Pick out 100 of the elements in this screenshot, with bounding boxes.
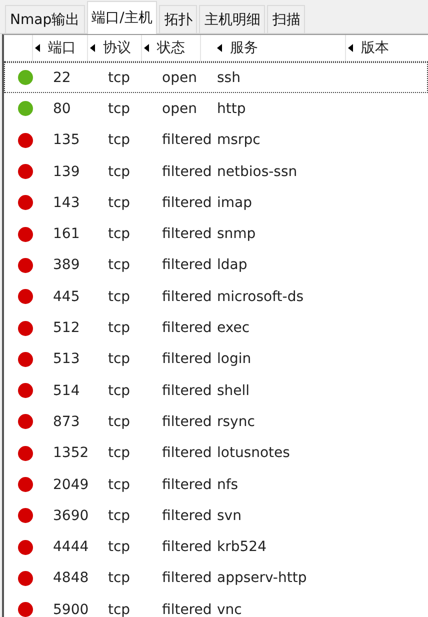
table-cell: ssh [217,70,240,86]
table-cell: filtered [162,508,212,524]
table-row[interactable]: 514 tcp filtered shell [4,374,428,406]
table-row[interactable]: 80 tcp open http [4,93,428,125]
table-cell: 5900 [53,602,89,617]
table-cell: tcp [108,445,130,462]
table-row[interactable]: 135 tcp filtered msrpc [4,124,428,156]
table-cell: vnc [217,602,242,617]
table-cell: 445 [53,288,80,305]
column-header[interactable]: 协议 [103,39,131,57]
table-cell: 4444 [53,539,89,556]
table-cell: filtered [162,194,212,211]
table-cell: open [162,70,197,86]
table-cell: filtered [162,164,212,180]
table-cell: filtered [162,476,212,492]
tab[interactable]: 拓扑 [159,5,198,33]
table-cell: exec [217,320,250,336]
table-cell: tcp [108,194,130,211]
table-cell: tcp [108,132,130,148]
tab[interactable]: Nmap输出 [5,5,85,33]
table-cell: filtered [162,414,212,430]
table-cell: tcp [108,257,130,274]
sort-arrow-icon[interactable] [35,44,40,52]
table-cell: svn [217,508,242,524]
table-cell: 4848 [53,570,89,586]
column-header[interactable]: 服务 [230,39,258,57]
table-cell: tcp [108,351,130,368]
table-cell: 3690 [53,508,89,524]
table-cell: shell [217,382,250,399]
table-cell: filtered [162,602,212,617]
table-cell: imap [217,194,252,211]
table-row[interactable]: 4848 tcp filtered appserv-http [4,562,428,594]
table-cell: netbios-ssn [217,164,298,180]
table-cell: filtered [162,351,212,368]
table-cell: krb524 [217,539,266,556]
table-cell: filtered [162,257,212,274]
table-cell: filtered [162,445,212,462]
table-cell: tcp [108,320,130,336]
table-cell: 1352 [53,445,89,462]
table-cell: tcp [108,382,130,399]
table-row[interactable]: 5900 tcp filtered vnc [4,594,428,617]
table-cell: tcp [108,476,130,492]
table-cell: filtered [162,382,212,399]
table-cell: http [217,100,246,117]
column-header[interactable]: 状态 [157,39,185,57]
table-cell: tcp [108,602,130,617]
table-cell: tcp [108,508,130,524]
table-row[interactable]: 3690 tcp filtered svn [4,500,428,532]
table-cell: filtered [162,132,212,148]
tab[interactable]: 主机明细 [199,5,266,33]
table-row[interactable]: 873 tcp filtered rsync [4,406,428,438]
table-cell: 514 [53,382,80,399]
table-row[interactable]: 512 tcp filtered exec [4,312,428,344]
table-cell: tcp [108,288,130,305]
column-header[interactable]: 版本 [361,39,389,57]
sort-arrow-icon[interactable] [90,44,95,52]
table-row[interactable]: 1352 tcp filtered lotusnotes [4,438,428,469]
table-cell: 139 [53,164,80,180]
table-row[interactable]: 2049 tcp filtered nfs [4,468,428,500]
table-cell: tcp [108,570,130,586]
table-cell: snmp [217,226,256,242]
table-cell: 873 [53,414,80,430]
table-cell: tcp [108,164,130,180]
table-cell: filtered [162,320,212,336]
table-cell: filtered [162,288,212,305]
table-row[interactable]: 143 tcp filtered imap [4,187,428,218]
tab[interactable]: 端口/主机 [86,1,158,34]
sort-arrow-icon[interactable] [144,44,149,52]
table-row[interactable]: 4444 tcp filtered krb524 [4,531,428,563]
table-cell: tcp [108,100,130,117]
table-cell: tcp [108,70,130,86]
tab[interactable]: 扫描 [267,5,306,33]
table-cell: rsync [217,414,255,430]
table-cell: filtered [162,539,212,556]
table-cell: 161 [53,226,80,242]
table-row[interactable]: 513 tcp filtered login [4,344,428,375]
sort-arrow-icon[interactable] [217,44,222,52]
table-cell: ldap [217,257,248,274]
table-row[interactable]: 139 tcp filtered netbios-ssn [4,156,428,188]
column-header[interactable]: 端口 [48,39,76,57]
table-cell: 80 [53,100,71,117]
sort-arrow-icon[interactable] [348,44,353,52]
table-cell: open [162,100,197,117]
table-row[interactable]: 161 tcp filtered snmp [4,218,428,250]
table-cell: 389 [53,257,80,274]
table-cell: 135 [53,132,80,148]
table-cell: 22 [53,70,71,86]
table-cell: tcp [108,226,130,242]
table-row[interactable]: 22 tcp open ssh [4,62,428,94]
table-cell: microsoft-ds [217,288,304,305]
table-cell: login [217,351,252,368]
table-row[interactable]: 389 tcp filtered ldap [4,250,428,282]
table-cell: msrpc [217,132,260,148]
table-cell: 512 [53,320,80,336]
table-cell: 2049 [53,476,89,492]
table-cell: 513 [53,351,80,368]
table-cell: 143 [53,194,80,211]
table-cell: appserv-http [217,570,307,586]
table-cell: nfs [217,476,238,492]
table-row[interactable]: 445 tcp filtered microsoft-ds [4,281,428,312]
